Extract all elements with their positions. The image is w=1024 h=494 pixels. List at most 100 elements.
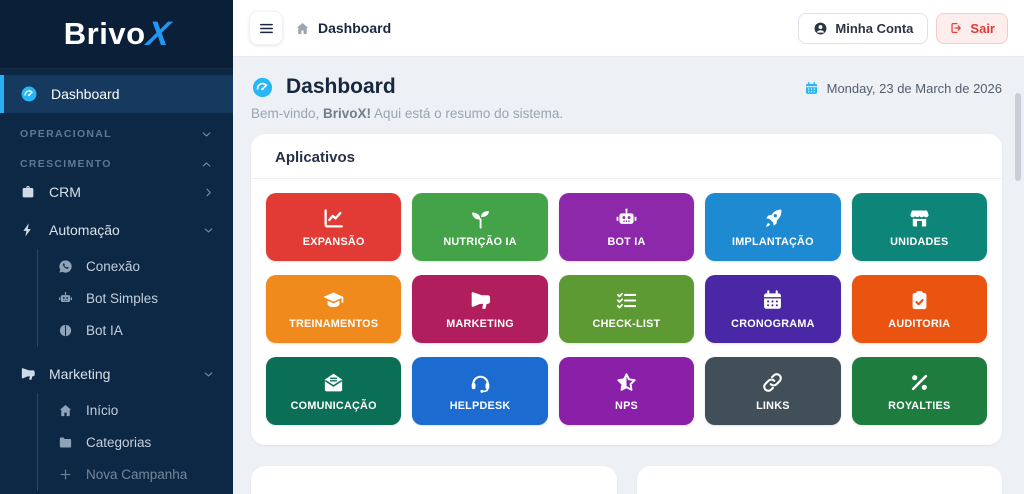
app-tile-helpdesk[interactable]: HELPDESK (412, 357, 548, 425)
app-tile-label: NUTRIÇÃO IA (443, 235, 517, 248)
sidebar-item-dashboard[interactable]: Dashboard (0, 75, 233, 113)
brand-logo[interactable]: Brivo X (0, 0, 233, 69)
app-tile-label: LINKS (756, 399, 790, 412)
breadcrumb-label: Dashboard (318, 20, 392, 36)
welcome-text: Bem-vindo, BrivoX! Aqui está o resumo do… (251, 106, 564, 121)
sidebar-item-marketing[interactable]: Marketing (0, 359, 233, 389)
app-tile-bot-ia[interactable]: BOT IA (558, 193, 695, 261)
date-text: Monday, 23 de March de 2026 (826, 81, 1002, 96)
app-tile-marketing[interactable]: MARKETING (412, 275, 548, 343)
home-icon (58, 403, 73, 418)
app-tile-label: ROYALTIES (888, 399, 951, 412)
sidebar-subitem-bot-ia[interactable]: Bot IA (38, 315, 233, 345)
app-tile-cronograma[interactable]: CRONOGRAMA (705, 275, 841, 343)
sidebar-item-automacao[interactable]: Automação (0, 215, 233, 245)
menu-button[interactable] (249, 11, 283, 45)
app-tile-label: CHECK-LIST (592, 317, 661, 330)
apps-card: Aplicativos EXPANSÃO NUTRIÇÃO IA BOT IA IMP… (251, 134, 1002, 445)
calendar-icon (804, 81, 819, 96)
app-tile-check-list[interactable]: CHECK-LIST (558, 275, 695, 343)
chevron-down-icon (202, 368, 215, 381)
sidebar-item-crm[interactable]: CRM (0, 177, 233, 207)
sidebar-subitem-nova-campanha[interactable]: Nova Campanha (38, 459, 233, 489)
sidebar-subitem-inicio[interactable]: Início (38, 395, 233, 425)
app-tile-label: COMUNICAÇÃO (290, 399, 377, 412)
sidebar-section-crescimento[interactable]: CRESCIMENTO (0, 153, 233, 175)
megaphone-icon (469, 289, 492, 312)
app-tile-royalties[interactable]: ROYALTIES (851, 357, 987, 425)
lower-card-right (636, 466, 1002, 494)
sidebar: Brivo X Dashboard OPERACIONAL CRESCIMENTO CR… (0, 0, 233, 494)
app-tile-label: NPS (615, 399, 638, 412)
brand-logo-accent: X (143, 14, 172, 53)
sidebar-subitem-label: Bot IA (86, 322, 123, 338)
page-title: Dashboard (286, 75, 396, 98)
app-tile-nps[interactable]: NPS (558, 357, 695, 425)
app-tile-comunicacao[interactable]: COMUNICAÇÃO (266, 357, 402, 425)
app-tile-auditoria[interactable]: AUDITORIA (851, 275, 987, 343)
logout-button[interactable]: Sair (936, 12, 1008, 44)
main-area: Dashboard Minha Conta Sair Dashboard Bem… (233, 0, 1024, 494)
welcome-username: BrivoX! (323, 106, 372, 121)
clipboard-check-icon (908, 289, 931, 312)
sidebar-subitem-label: Início (86, 402, 119, 418)
folder-icon (58, 435, 73, 450)
calendar-icon (761, 289, 784, 312)
whatsapp-icon (58, 259, 73, 274)
sidebar-item-label: CRM (49, 184, 81, 200)
sidebar-subitem-categorias[interactable]: Categorias (38, 427, 233, 457)
app-tile-unidades[interactable]: UNIDADES (851, 193, 987, 261)
chart-line-icon (322, 207, 345, 230)
percent-icon (908, 371, 931, 394)
graduation-cap-icon (322, 289, 345, 312)
app-root: Brivo X Dashboard OPERACIONAL CRESCIMENTO CR… (0, 0, 1024, 494)
sidebar-subitem-label: Nova Campanha (86, 466, 188, 482)
sidebar-section-operacional[interactable]: OPERACIONAL (0, 123, 233, 145)
account-button[interactable]: Minha Conta (798, 12, 929, 44)
sidebar-subitem-conexao[interactable]: Conexão (38, 251, 233, 281)
chevron-up-icon (200, 158, 213, 171)
app-tile-nutricao-ia[interactable]: NUTRIÇÃO IA (412, 193, 548, 261)
sidebar-section-label: OPERACIONAL (20, 128, 112, 140)
chevron-down-icon (202, 224, 215, 237)
date-display: Monday, 23 de March de 2026 (804, 81, 1002, 96)
app-tile-treinamentos[interactable]: TREINAMENTOS (266, 275, 402, 343)
app-tile-label: EXPANSÃO (302, 235, 365, 248)
app-tile-label: CRONOGRAMA (731, 317, 815, 330)
app-tile-label: BOT IA (607, 235, 646, 248)
sidebar-subitem-label: Conexão (86, 258, 141, 274)
plus-icon (58, 467, 73, 482)
app-tile-expansao[interactable]: EXPANSÃO (266, 193, 402, 261)
envelope-open-icon (322, 371, 345, 394)
headset-icon (469, 371, 492, 394)
chevron-right-icon (202, 186, 215, 199)
apps-card-title: Aplicativos (251, 134, 1002, 179)
menu-icon (258, 20, 275, 37)
app-tile-label: UNIDADES (890, 235, 949, 248)
sidebar-item-label: Marketing (49, 366, 111, 382)
logout-icon (949, 21, 963, 35)
sidebar-subgroup-automacao: Conexão Bot Simples Bot IA (37, 249, 233, 347)
app-tile-links[interactable]: LINKS (705, 357, 841, 425)
star-half-icon (615, 371, 638, 394)
sidebar-nav: Dashboard OPERACIONAL CRESCIMENTO CRM Automa… (0, 69, 233, 494)
store-icon (908, 207, 931, 230)
link-icon (761, 371, 784, 394)
scrollbar-thumb[interactable] (1015, 93, 1021, 181)
brand-logo-text: Brivo (63, 16, 146, 51)
app-tile-implantacao[interactable]: IMPLANTAÇÃO (705, 193, 841, 261)
account-button-label: Minha Conta (835, 20, 914, 36)
rocket-icon (761, 207, 784, 230)
sidebar-subgroup-marketing: Início Categorias Nova Campanha (37, 393, 233, 491)
robot-icon (58, 291, 73, 306)
breadcrumb[interactable]: Dashboard (295, 20, 391, 36)
bolt-icon (20, 222, 36, 238)
list-check-icon (615, 289, 638, 312)
topbar-actions: Minha Conta Sair (798, 12, 1008, 44)
sidebar-subitem-bot-simples[interactable]: Bot Simples (38, 283, 233, 313)
app-tile-label: TREINAMENTOS (289, 317, 379, 330)
sidebar-item-label: Automação (49, 222, 120, 238)
app-tile-label: HELPDESK (449, 399, 511, 412)
gauge-icon (20, 85, 38, 103)
apps-grid: EXPANSÃO NUTRIÇÃO IA BOT IA IMPLANTAÇÃO UNID… (266, 193, 987, 425)
